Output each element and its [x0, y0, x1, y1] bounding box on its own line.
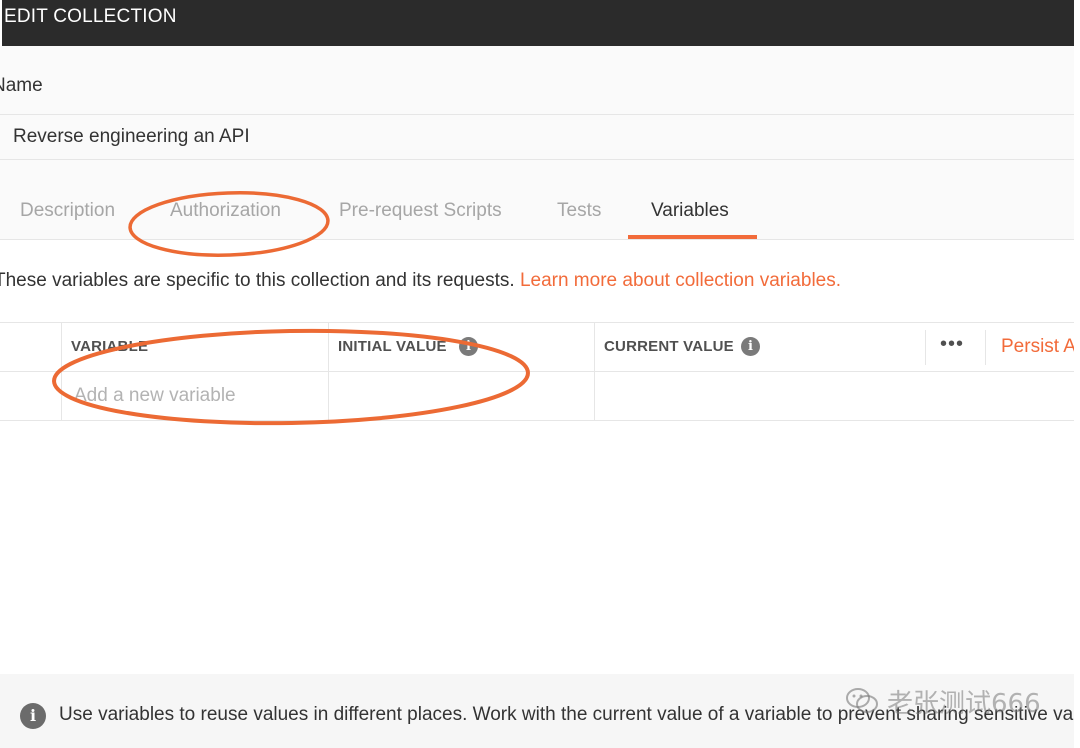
tab-tests[interactable]: Tests	[557, 200, 601, 222]
new-initial-value-cell[interactable]	[329, 372, 594, 420]
column-header-current-value: CURRENT VALUE	[604, 338, 734, 355]
tab-pre-request-scripts[interactable]: Pre-request Scripts	[339, 200, 502, 222]
info-icon[interactable]: i	[741, 337, 760, 356]
collection-name-input[interactable]: Reverse engineering an API	[0, 114, 1074, 160]
more-horizontal-icon[interactable]: •••	[940, 333, 964, 356]
tab-variables[interactable]: Variables	[651, 200, 729, 222]
info-icon[interactable]: i	[459, 337, 478, 356]
collection-name-value[interactable]: Reverse engineering an API	[13, 126, 250, 148]
column-divider	[985, 330, 986, 365]
right-edge	[1074, 0, 1080, 748]
wechat-icon	[845, 687, 879, 722]
watermark: 老张测试666	[845, 683, 1041, 722]
tab-description[interactable]: Description	[20, 200, 115, 222]
column-header-initial-value: INITIAL VALUE	[338, 338, 447, 355]
info-icon: i	[20, 703, 46, 729]
modal-title: EDIT COLLECTION	[4, 6, 177, 27]
column-header-variable: VARIABLE	[71, 338, 149, 355]
tab-authorization[interactable]: Authorization	[170, 200, 281, 222]
variables-description: These variables are specific to this col…	[0, 270, 841, 292]
name-section	[0, 46, 1074, 114]
new-variable-input[interactable]	[62, 372, 328, 420]
learn-more-link[interactable]: Learn more about collection variables.	[520, 270, 841, 291]
active-tab-indicator	[628, 235, 757, 239]
modal-header: EDIT COLLECTION	[2, 0, 1074, 46]
column-divider	[925, 330, 926, 365]
persist-all-button[interactable]: Persist All	[1001, 336, 1080, 358]
tab-bar	[0, 160, 1074, 240]
new-current-value-cell[interactable]	[595, 372, 1074, 420]
watermark-text: 老张测试666	[887, 689, 1041, 719]
variables-description-text: These variables are specific to this col…	[0, 270, 520, 291]
edit-collection-modal: EDIT COLLECTION Name Reverse engineering…	[0, 0, 1080, 748]
name-label: Name	[0, 75, 43, 96]
